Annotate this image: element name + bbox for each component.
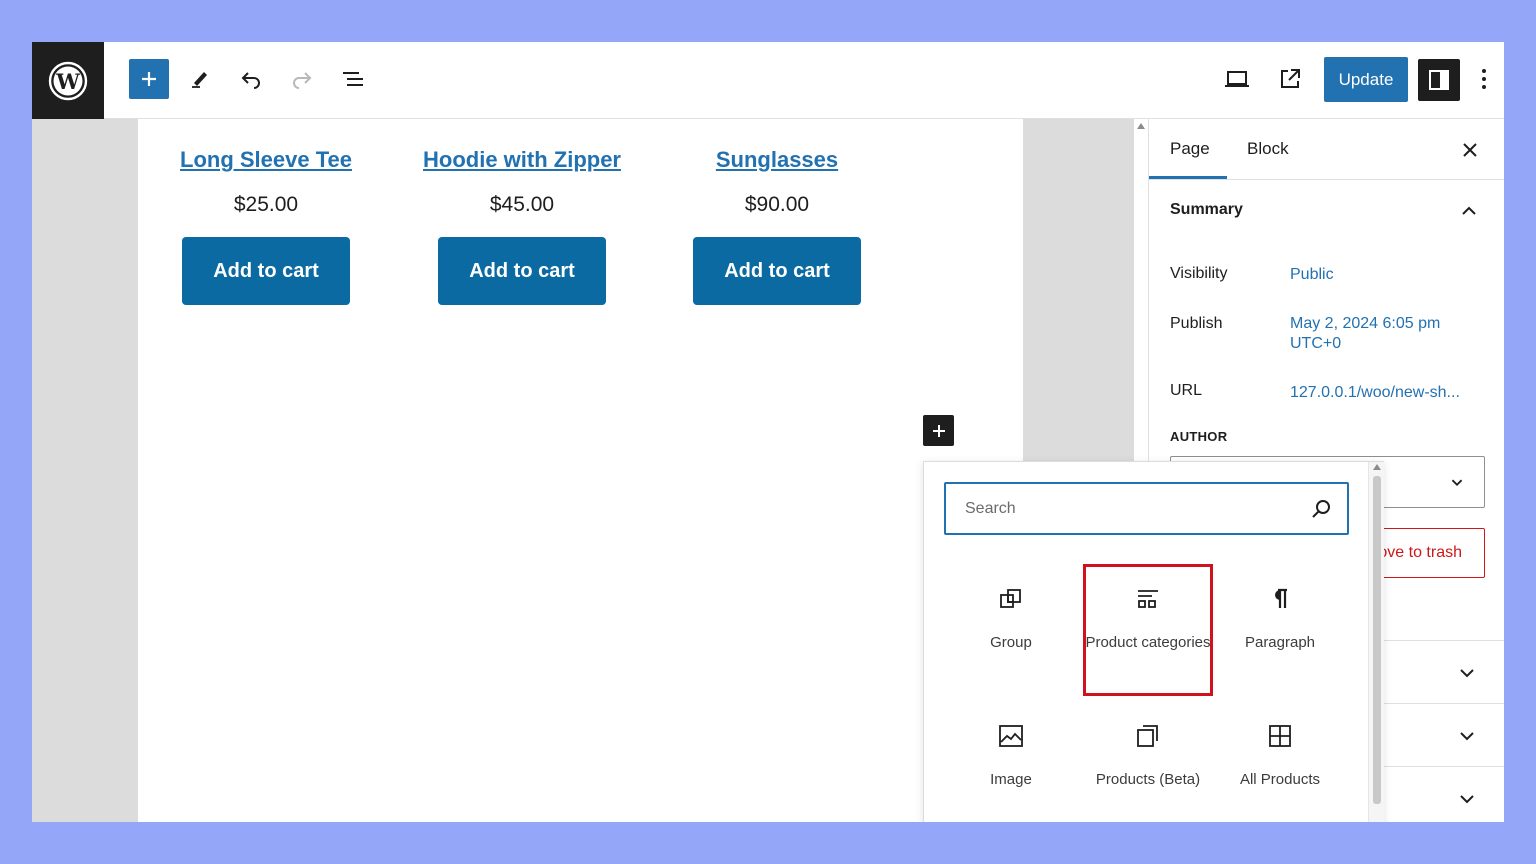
block-item-label: Paragraph	[1244, 634, 1316, 651]
image-icon	[999, 725, 1023, 747]
summary-heading[interactable]: Summary	[1170, 201, 1243, 219]
block-item-label: All Products	[1239, 771, 1321, 788]
block-search-box	[944, 482, 1349, 535]
product-price: $25.00	[233, 193, 299, 216]
close-icon	[1463, 143, 1477, 157]
paragraph-icon	[1275, 588, 1287, 608]
list-view-icon	[343, 72, 363, 86]
block-item-label: Products (Beta)	[1095, 771, 1201, 788]
more-vertical-icon	[1482, 69, 1486, 89]
block-item-products-beta[interactable]: Products (Beta)	[1085, 703, 1211, 822]
group-icon	[1000, 589, 1021, 608]
product-card: Long Sleeve Tee $25.00 Add to cart	[156, 147, 376, 305]
redo-icon	[293, 72, 312, 89]
publish-date-line: May 2, 2024 6:05 pm	[1290, 315, 1441, 332]
block-item-paragraph[interactable]: Paragraph	[1217, 566, 1343, 692]
update-button[interactable]: Update	[1324, 57, 1408, 102]
tools-button[interactable]	[180, 59, 220, 99]
active-tab-indicator	[1149, 176, 1227, 179]
publish-timezone-line: UTC+0	[1290, 335, 1342, 352]
page-content[interactable]: Long Sleeve Tee $25.00 Add to cart Hoodi…	[138, 119, 1023, 822]
inline-block-inserter-button[interactable]	[923, 415, 954, 446]
inserter-scrollbar[interactable]	[1368, 462, 1384, 822]
chevron-down-icon	[1451, 479, 1463, 487]
block-item-label: Image	[990, 771, 1032, 788]
wordpress-logo-icon[interactable]: W	[32, 42, 104, 119]
highlight-box	[1083, 564, 1213, 696]
block-search-input[interactable]	[946, 484, 1306, 533]
chevron-down-icon	[1460, 795, 1474, 804]
scrollbar-thumb[interactable]	[1373, 476, 1381, 804]
undo-button[interactable]	[231, 59, 271, 99]
add-to-cart-button[interactable]: Add to cart	[693, 237, 861, 305]
add-to-cart-button[interactable]: Add to cart	[182, 237, 350, 305]
sidebar-tabs: Page Block	[1149, 119, 1504, 180]
view-page-button[interactable]	[1270, 59, 1310, 99]
redo-button[interactable]	[282, 59, 322, 99]
product-card: Hoodie with Zipper $45.00 Add to cart	[412, 147, 632, 305]
product-title-link[interactable]: Hoodie with Zipper	[412, 147, 632, 173]
sidebar-toggle-icon	[1429, 70, 1449, 90]
publish-label: Publish	[1170, 315, 1223, 332]
undo-icon	[241, 72, 260, 89]
product-price: $90.00	[744, 193, 810, 216]
publish-date-value[interactable]: May 2, 2024 6:05 pm UTC+0	[1290, 314, 1440, 354]
all-products-icon	[1269, 725, 1291, 747]
product-title-link[interactable]: Sunglasses	[667, 147, 887, 173]
plus-icon	[142, 72, 156, 86]
editor-window: W Update Long Sleeve Tee $25.00 Add to c…	[32, 42, 1504, 822]
product-price: $45.00	[489, 193, 555, 216]
product-title-link[interactable]: Long Sleeve Tee	[156, 147, 376, 173]
close-sidebar-button[interactable]	[1455, 135, 1485, 165]
url-label: URL	[1170, 382, 1203, 399]
author-label: AUTHOR	[1170, 429, 1228, 444]
visibility-value[interactable]: Public	[1290, 265, 1334, 285]
plus-icon	[932, 424, 945, 437]
block-inserter-toggle-button[interactable]	[129, 59, 169, 99]
block-item-image[interactable]: Image	[948, 703, 1074, 822]
chevron-up-icon[interactable]	[1457, 199, 1481, 223]
settings-sidebar-toggle[interactable]	[1418, 59, 1460, 101]
block-inserter-popover: Group Product categories Paragraph Image…	[923, 461, 1384, 822]
desktop-preview-icon	[1225, 71, 1249, 87]
tab-block[interactable]: Block	[1247, 139, 1289, 159]
block-item-group[interactable]: Group	[948, 566, 1074, 692]
products-beta-icon	[1137, 725, 1158, 747]
pencil-icon	[192, 72, 207, 88]
visibility-label: Visibility	[1170, 265, 1228, 282]
block-item-all-products[interactable]: All Products	[1217, 703, 1343, 822]
svg-text:W: W	[55, 69, 80, 94]
add-to-cart-button[interactable]: Add to cart	[438, 237, 606, 305]
external-link-icon	[1281, 69, 1300, 88]
block-item-label: Group	[990, 634, 1032, 651]
product-card: Sunglasses $90.00 Add to cart	[667, 147, 887, 305]
editor-toolbar: W Update	[32, 42, 1504, 119]
preview-button[interactable]	[1217, 59, 1257, 99]
search-icon	[1312, 500, 1330, 518]
chevron-down-icon	[1460, 732, 1474, 741]
options-button[interactable]	[1469, 59, 1499, 99]
tab-page[interactable]: Page	[1170, 139, 1210, 159]
chevron-down-icon	[1460, 669, 1474, 678]
list-view-button[interactable]	[333, 59, 373, 99]
url-value[interactable]: 127.0.0.1/woo/new-sh...	[1290, 383, 1460, 403]
